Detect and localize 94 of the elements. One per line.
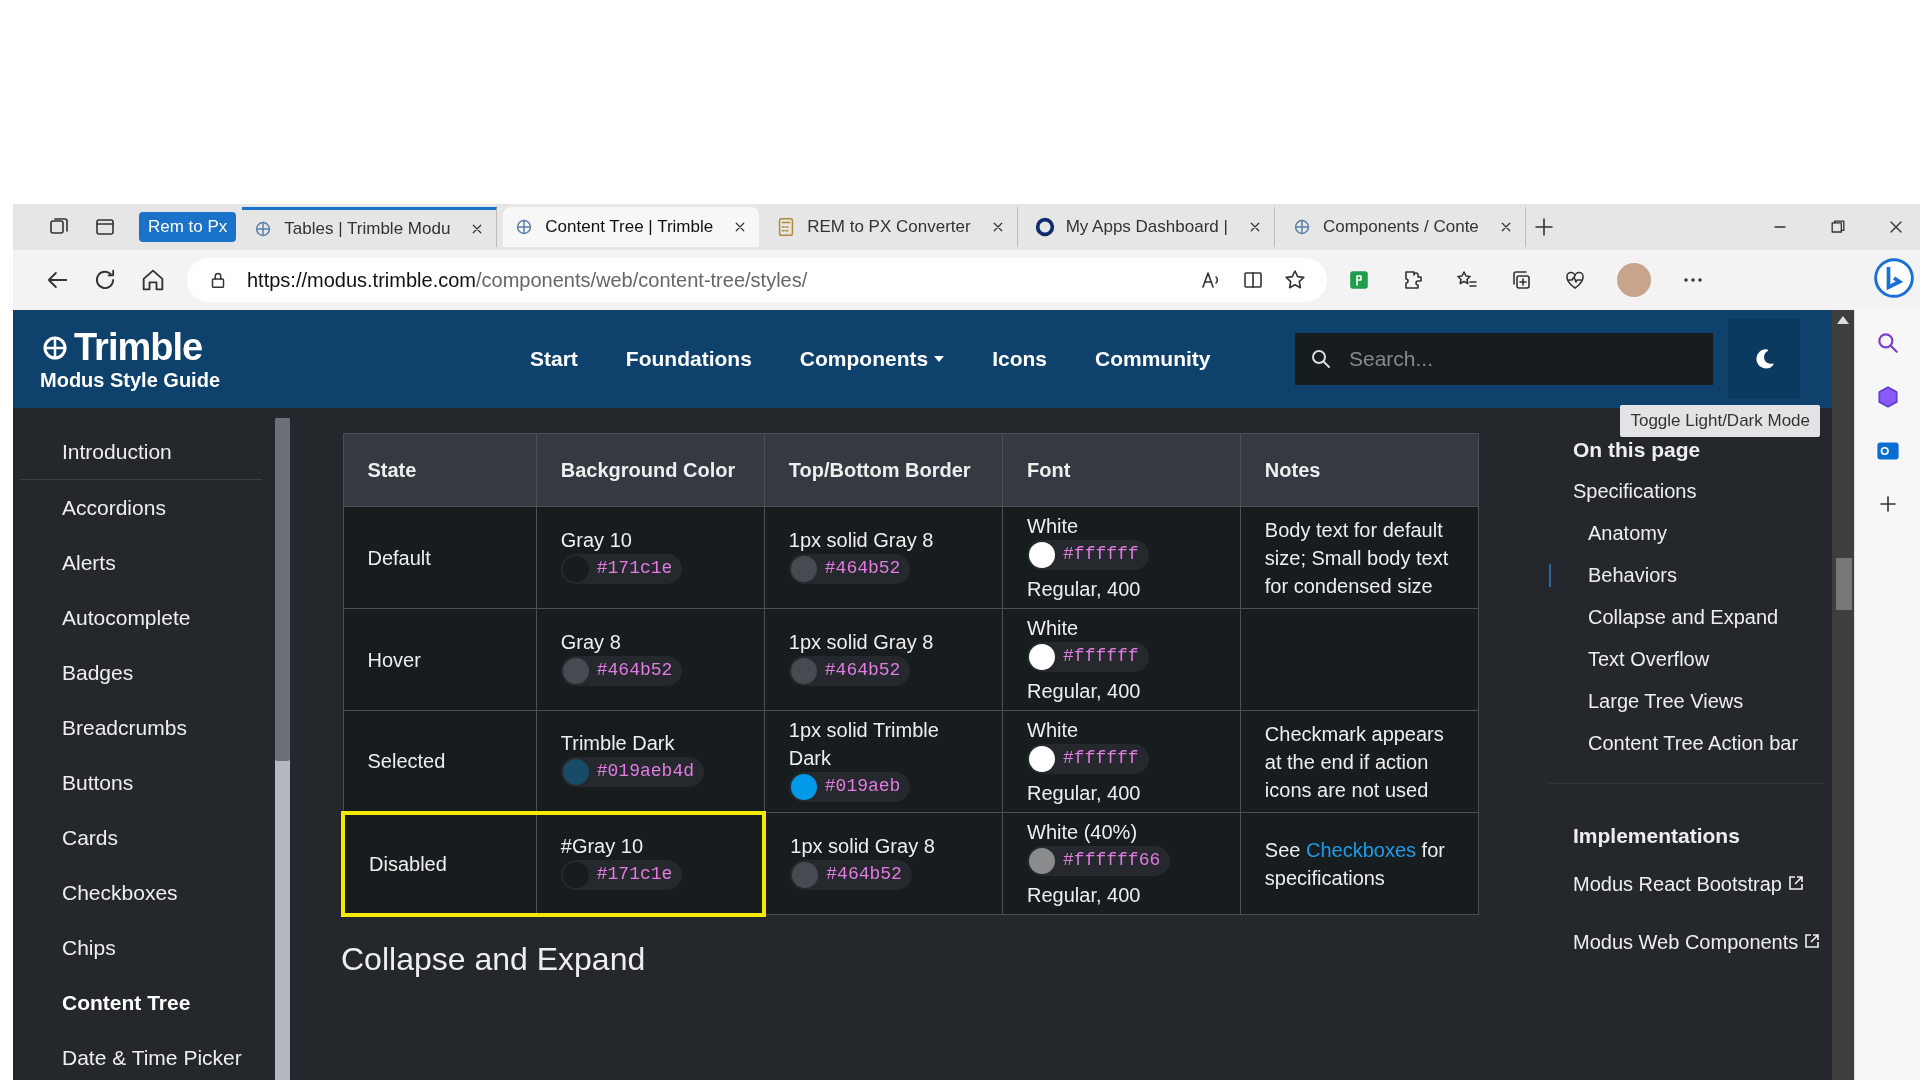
external-link[interactable]: Modus React Bootstrap bbox=[1573, 870, 1832, 898]
font-color: White (40%) bbox=[1027, 821, 1138, 843]
font-weight: Regular, 400 bbox=[1027, 782, 1141, 804]
theme-toggle-button[interactable] bbox=[1728, 319, 1800, 399]
nav-link[interactable]: Community bbox=[1095, 347, 1211, 371]
search-icon bbox=[1309, 347, 1333, 371]
nav-link[interactable]: Icons bbox=[992, 347, 1048, 371]
color-chip: #019aeb bbox=[788, 772, 911, 802]
browser-tab[interactable]: My Apps Dashboard | bbox=[1023, 207, 1275, 247]
color-chip: #464b52 bbox=[788, 656, 911, 686]
color-name: Gray 10 bbox=[560, 529, 632, 551]
section-heading: Collapse and Expand bbox=[341, 940, 647, 978]
color-chip: #019aeb4d bbox=[560, 757, 704, 788]
external-link[interactable]: Modus Web Components bbox=[1573, 928, 1832, 956]
border-spec: 1px solid Gray 8 bbox=[788, 631, 934, 653]
tooltip: Toggle Light/Dark Mode bbox=[1620, 405, 1820, 437]
table-cell: Default bbox=[343, 506, 537, 609]
search-field[interactable]: Search... bbox=[1295, 333, 1713, 385]
color-chip: #464b52 bbox=[790, 860, 912, 890]
color-name: #Gray 10 bbox=[560, 835, 644, 857]
sidebar-item[interactable]: Buttons bbox=[13, 755, 262, 810]
sidebar-item[interactable]: Checkboxes bbox=[13, 865, 262, 920]
scrollbar-track[interactable] bbox=[275, 418, 290, 1080]
column-header: Font bbox=[1002, 433, 1241, 507]
color-chip: #ffffff bbox=[1027, 744, 1149, 774]
sidebar-item[interactable]: Date & Time Picker bbox=[13, 1030, 262, 1080]
browser-tab[interactable]: REM to PX Converter bbox=[765, 207, 1018, 247]
column-header: Background Color bbox=[536, 433, 765, 507]
color-chip: #ffffff66 bbox=[1027, 846, 1171, 876]
font-color: White bbox=[1027, 515, 1079, 537]
url-text: https://modus.trimble.com/components/web/content-tree/styles/ bbox=[247, 268, 808, 292]
extension-icon[interactable] bbox=[1347, 268, 1371, 292]
font-weight: Regular, 400 bbox=[1027, 884, 1141, 906]
browser-tab[interactable]: Components / Conte bbox=[1280, 207, 1526, 247]
table-cell: Selected bbox=[343, 710, 537, 813]
color-chip: #ffffff bbox=[1027, 642, 1149, 672]
sidebar-item[interactable]: Cards bbox=[13, 810, 262, 865]
notes-text: Checkmark appears at the end if action icons are not used bbox=[1264, 722, 1444, 801]
color-chip: #464b52 bbox=[560, 656, 683, 686]
notes-text: Body text for default size; Small body text for condensed size bbox=[1264, 518, 1449, 597]
color-name: Trimble Dark bbox=[560, 732, 675, 755]
sidebar-item[interactable]: Chips bbox=[13, 920, 262, 975]
site-subtitle: Modus Style Guide bbox=[40, 369, 222, 392]
table-cell: Disabled bbox=[343, 812, 537, 915]
sidebar-item[interactable]: Badges bbox=[13, 645, 262, 700]
nav-link[interactable]: Start bbox=[530, 347, 578, 371]
color-chip: #ffffff bbox=[1027, 540, 1149, 570]
sidebar-item[interactable]: Content Tree bbox=[13, 975, 262, 1030]
scrollbar-thumb[interactable] bbox=[1836, 558, 1852, 610]
border-spec: 1px solid Gray 8 bbox=[788, 529, 934, 551]
font-color: White bbox=[1027, 719, 1079, 741]
notes-text: See Checkboxes for specifications bbox=[1264, 838, 1445, 889]
sidebar-item[interactable]: Alerts bbox=[13, 535, 262, 590]
scrollbar-thumb[interactable] bbox=[275, 418, 290, 761]
toc-link[interactable]: Collapse and Expand bbox=[1573, 606, 1832, 629]
color-name: Gray 8 bbox=[560, 631, 621, 653]
browser-tab[interactable]: Tables | Trimble Modu bbox=[242, 207, 498, 247]
sidebar-item[interactable]: Breadcrumbs bbox=[13, 700, 262, 755]
font-weight: Regular, 400 bbox=[1027, 680, 1141, 702]
toc-link[interactable]: Text Overflow bbox=[1573, 648, 1832, 671]
border-spec: 1px solid Trimble Dark bbox=[788, 719, 939, 769]
table-cell: Hover bbox=[343, 608, 537, 711]
sidebar-item[interactable]: Autocomplete bbox=[13, 590, 262, 645]
toc-title: On this page bbox=[1573, 438, 1702, 462]
ring-icon bbox=[1033, 216, 1056, 238]
color-chip: #171c1e bbox=[560, 554, 683, 584]
brand-logo[interactable]: Trimble bbox=[40, 326, 530, 369]
toc-link[interactable]: Anatomy bbox=[1573, 522, 1832, 545]
checkboxes-link[interactable]: Checkboxes bbox=[1305, 838, 1417, 861]
color-chip: #464b52 bbox=[788, 554, 911, 584]
font-color: White bbox=[1027, 617, 1079, 639]
border-spec: 1px solid Gray 8 bbox=[790, 835, 935, 857]
star-icon[interactable] bbox=[1283, 268, 1307, 292]
toc-link[interactable]: Specifications bbox=[1573, 480, 1832, 503]
nav-link[interactable]: Components bbox=[799, 347, 945, 371]
chat-icon[interactable] bbox=[1872, 256, 1916, 300]
external-link-icon bbox=[1803, 933, 1820, 949]
external-link-icon bbox=[1787, 875, 1804, 891]
caret-icon bbox=[934, 356, 945, 362]
toc-link[interactable]: Large Tree Views bbox=[1573, 690, 1832, 713]
toc-link[interactable]: Content Tree Action bar bbox=[1573, 732, 1832, 755]
sidebar-item[interactable]: Introduction bbox=[21, 424, 262, 480]
browser-tab[interactable]: Content Tree | Trimble bbox=[503, 207, 760, 247]
sidebar-item[interactable]: Accordions bbox=[13, 480, 262, 535]
column-header: State bbox=[343, 433, 537, 507]
column-header: Top/Bottom Border bbox=[764, 433, 1003, 507]
toc-title: Implementations bbox=[1573, 824, 1741, 848]
tab-group-label[interactable]: Rem to Px bbox=[139, 212, 237, 242]
font-weight: Regular, 400 bbox=[1027, 578, 1141, 600]
column-header: Notes bbox=[1240, 433, 1479, 507]
scroll-up-icon[interactable] bbox=[1837, 316, 1849, 324]
nav-link[interactable]: Foundations bbox=[625, 347, 752, 371]
address-bar[interactable]: https://modus.trimble.com/components/web/content-tree/styles/ bbox=[187, 258, 1327, 302]
color-chip: #171c1e bbox=[560, 860, 683, 890]
